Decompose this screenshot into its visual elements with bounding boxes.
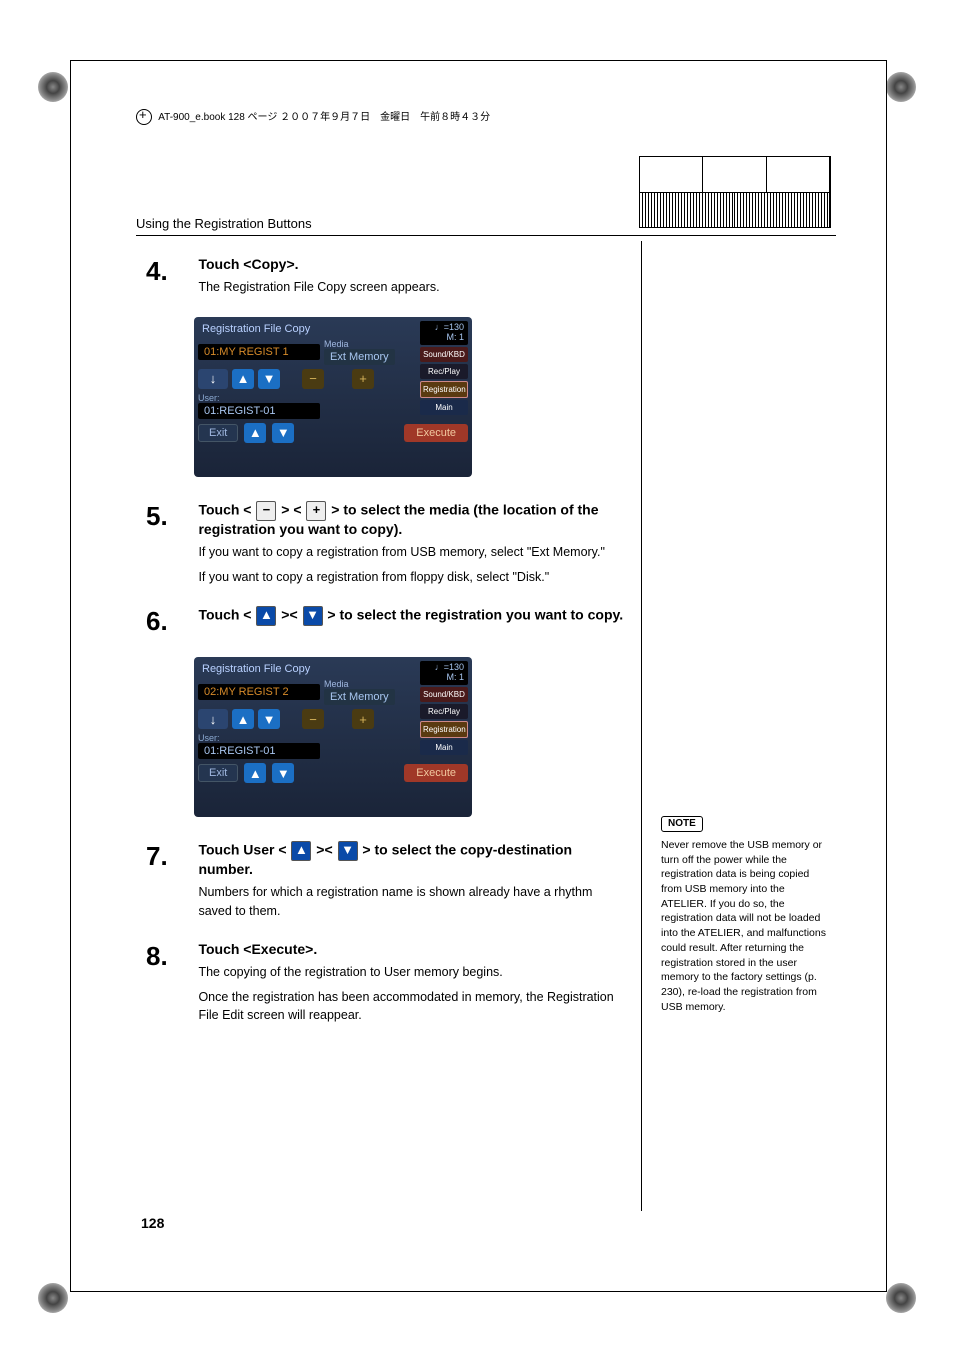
execute-button[interactable]: Execute <box>404 424 468 442</box>
reg-down-button[interactable]: ▼ <box>258 369 280 389</box>
up-arrow-icon: ▲ <box>291 841 311 861</box>
user-value: 01:REGIST-01 <box>198 403 320 419</box>
minus-button[interactable]: − <box>302 369 324 389</box>
step-heading: Touch <Execute>. <box>198 941 628 957</box>
step-text: If you want to copy a registration from … <box>198 543 628 562</box>
tempo-display: ♩=130 M: 1 <box>420 321 468 345</box>
plus-icon: + <box>306 501 326 521</box>
media-label: Media <box>324 679 395 689</box>
minus-button[interactable]: − <box>302 709 324 729</box>
step-text: Once the registration has been accommoda… <box>198 988 628 1026</box>
registration-name: 01:MY REGIST 1 <box>198 344 320 360</box>
page-frame: AT-900_e.book 128 ページ ２００７年９月７日 金曜日 午前８時… <box>70 60 887 1292</box>
copy-down-button[interactable]: ↓ <box>198 709 228 729</box>
tab-registration[interactable]: Registration <box>420 721 468 738</box>
step-heading: Touch < ▲ >< ▼ > to select the registrat… <box>198 606 628 626</box>
step-number: 5. <box>146 501 194 532</box>
step-number: 4. <box>146 256 194 287</box>
device-screenshot-1: ♩=130 M: 1 Sound/KBD Rec/Play Registrati… <box>194 317 472 477</box>
reg-down-button[interactable]: ▼ <box>258 709 280 729</box>
plus-button[interactable]: + <box>352 709 374 729</box>
step-6: 6. Touch < ▲ >< ▼ > to select the regist… <box>146 606 836 637</box>
step-text: If you want to copy a registration from … <box>198 568 628 587</box>
step-number: 6. <box>146 606 194 637</box>
media-value: Ext Memory <box>324 349 395 365</box>
tab-sound[interactable]: Sound/KBD <box>420 687 468 702</box>
header-meta: AT-900_e.book 128 ページ ２００７年９月７日 金曜日 午前８時… <box>136 108 490 125</box>
step-number: 8. <box>146 941 194 972</box>
down-arrow-icon: ▼ <box>303 606 323 626</box>
media-value: Ext Memory <box>324 689 395 705</box>
note-sidebar: NOTE Never remove the USB memory or turn… <box>661 816 831 1014</box>
crop-swirl-icon <box>886 1283 916 1313</box>
step-text: Numbers for which a registration name is… <box>198 883 628 921</box>
execute-button[interactable]: Execute <box>404 764 468 782</box>
target-icon <box>136 109 152 125</box>
user-up-button[interactable]: ▲ <box>244 763 266 783</box>
crop-swirl-icon <box>38 1283 68 1313</box>
tab-main[interactable]: Main <box>420 400 468 415</box>
step-4: 4. Touch <Copy>. The Registration File C… <box>146 256 836 297</box>
registration-name: 02:MY REGIST 2 <box>198 684 320 700</box>
tempo-display: ♩=130 M: 1 <box>420 661 468 685</box>
tab-sound[interactable]: Sound/KBD <box>420 347 468 362</box>
crop-swirl-icon <box>886 72 916 102</box>
section-title: Using the Registration Buttons <box>136 216 836 236</box>
plus-button[interactable]: + <box>352 369 374 389</box>
copy-down-button[interactable]: ↓ <box>198 369 228 389</box>
step-5: 5. Touch < − > < + > to select the media… <box>146 501 836 587</box>
exit-button[interactable]: Exit <box>198 764 238 782</box>
note-badge: NOTE <box>661 816 703 832</box>
header-meta-text: AT-900_e.book 128 ページ ２００７年９月７日 金曜日 午前８時… <box>158 112 490 123</box>
up-arrow-icon: ▲ <box>256 606 276 626</box>
user-down-button[interactable]: ▼ <box>272 423 294 443</box>
minus-icon: − <box>256 501 276 521</box>
note-text: Never remove the USB memory or turn off … <box>661 838 831 1014</box>
tab-registration[interactable]: Registration <box>420 381 468 398</box>
step-heading: Touch < − > < + > to select the media (t… <box>198 501 628 537</box>
step-text: The Registration File Copy screen appear… <box>198 278 628 297</box>
tab-rec-play[interactable]: Rec/Play <box>420 704 468 719</box>
user-value: 01:REGIST-01 <box>198 743 320 759</box>
media-label: Media <box>324 339 395 349</box>
step-heading: Touch <Copy>. <box>198 256 628 272</box>
crop-swirl-icon <box>38 72 68 102</box>
user-up-button[interactable]: ▲ <box>244 423 266 443</box>
exit-button[interactable]: Exit <box>198 424 238 442</box>
user-down-button[interactable]: ▼ <box>272 763 294 783</box>
reg-up-button[interactable]: ▲ <box>232 369 254 389</box>
down-arrow-icon: ▼ <box>338 841 358 861</box>
page-number: 128 <box>141 1215 164 1231</box>
step-number: 7. <box>146 841 194 872</box>
device-screenshot-2: ♩=130 M: 1 Sound/KBD Rec/Play Registrati… <box>194 657 472 817</box>
step-heading: Touch User < ▲ >< ▼ > to select the copy… <box>198 841 628 877</box>
tab-rec-play[interactable]: Rec/Play <box>420 364 468 379</box>
reg-up-button[interactable]: ▲ <box>232 709 254 729</box>
step-text: The copying of the registration to User … <box>198 963 628 982</box>
tab-main[interactable]: Main <box>420 740 468 755</box>
